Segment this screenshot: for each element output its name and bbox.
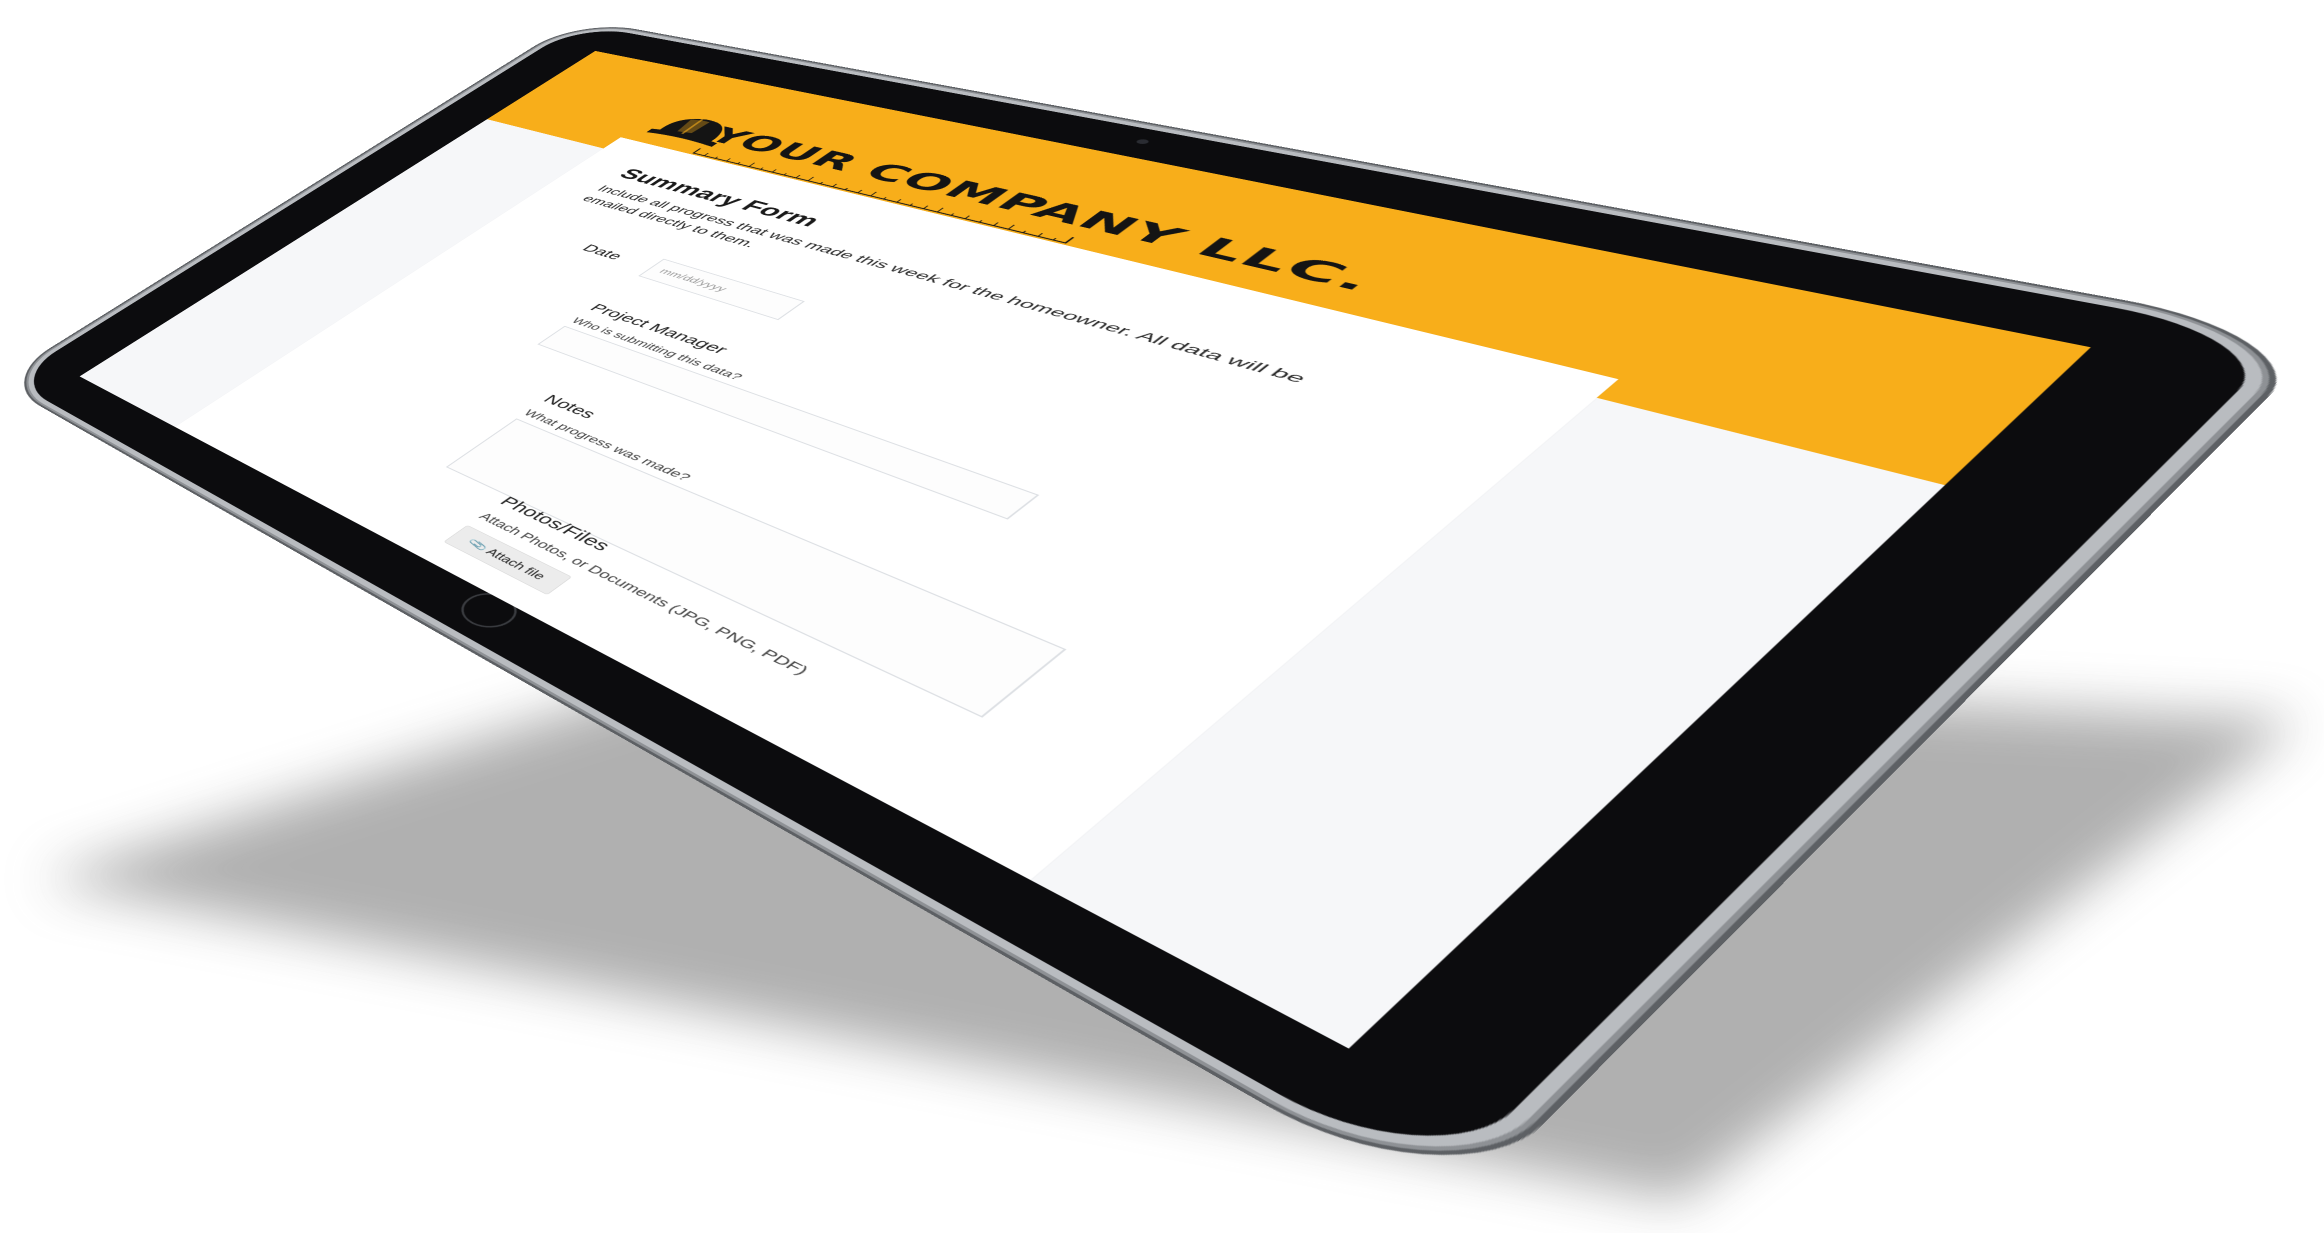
paperclip-icon: 📎 — [467, 539, 489, 551]
scene: YOUR COMPANY LLC. Summary Form Include a… — [0, 0, 2324, 1233]
date-label: Date — [578, 242, 627, 263]
attach-file-label: Attach file — [482, 546, 549, 582]
camera-dot — [1134, 138, 1151, 145]
date-input[interactable] — [638, 258, 805, 321]
